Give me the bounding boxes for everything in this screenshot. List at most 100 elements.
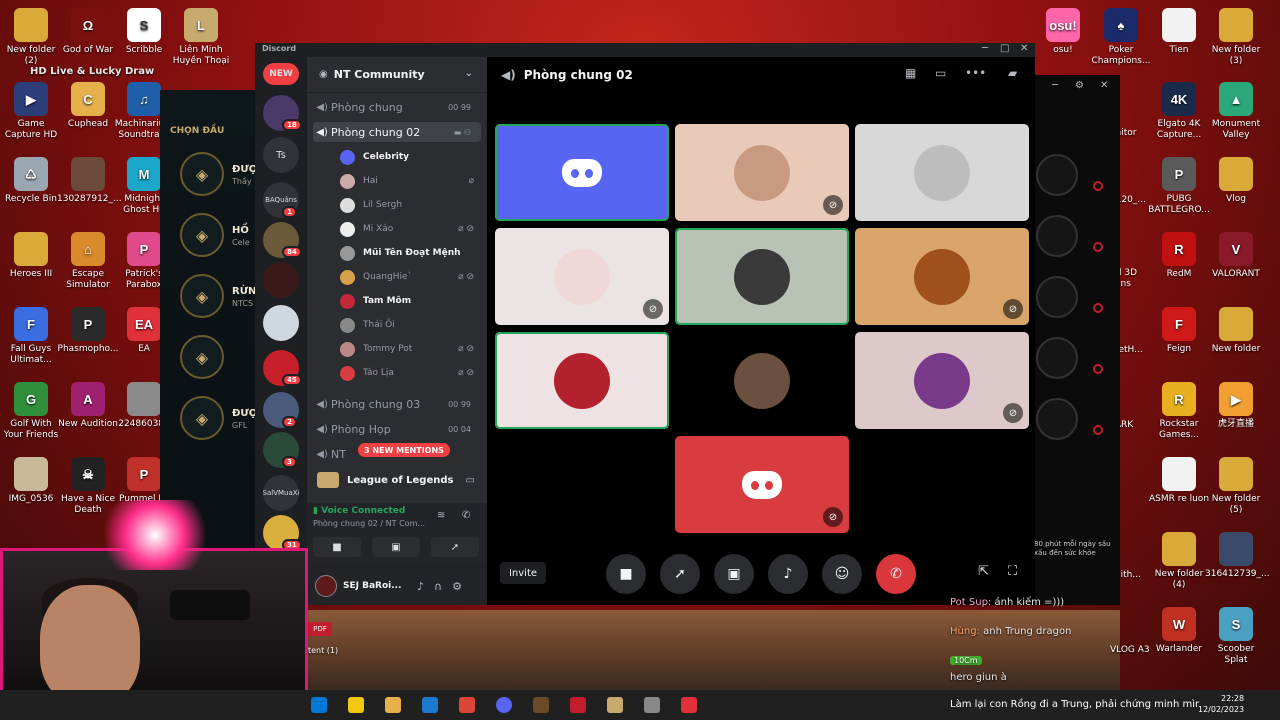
- lol-emblem-icon[interactable]: ◈: [180, 335, 224, 379]
- voice-member[interactable]: Lil Sergh: [340, 195, 480, 215]
- ban-icon[interactable]: [1093, 364, 1103, 374]
- voice-member[interactable]: Táo Lịa ⌀ ⊘: [340, 363, 480, 383]
- user-name[interactable]: SEJ BaRoi...: [343, 581, 411, 591]
- activity-button[interactable]: ➚: [431, 537, 479, 557]
- desktop-icon[interactable]: F Fall Guys Ultimat...: [0, 307, 62, 366]
- voice-channel[interactable]: ◀) Phòng chung 00 99: [313, 97, 481, 117]
- right-window-minimize-icon[interactable]: ─: [1052, 80, 1058, 91]
- emoji-control[interactable]: ☺: [822, 554, 862, 594]
- desktop-icon[interactable]: R RedM: [1148, 232, 1210, 280]
- headset-icon[interactable]: ∩: [434, 580, 452, 593]
- desktop-icon[interactable]: A New Audition: [57, 382, 119, 430]
- voice-member[interactable]: Celebrity: [340, 147, 480, 167]
- guild-icon[interactable]: [263, 305, 299, 341]
- voice-member[interactable]: Mi Xáo ⌀ ⊘: [340, 219, 480, 239]
- desktop-icon[interactable]: F Feign: [1148, 307, 1210, 355]
- voice-member[interactable]: Thái Ôi: [340, 315, 480, 335]
- desktop-icon[interactable]: Tien: [1148, 8, 1210, 56]
- guild-icon[interactable]: Ts: [263, 137, 299, 173]
- desktop-icon[interactable]: osu! osu!: [1032, 8, 1094, 56]
- desktop-icon[interactable]: ASMR re luon: [1148, 457, 1210, 505]
- pdf-file-label[interactable]: tent (1): [308, 646, 338, 655]
- desktop-icon[interactable]: New folder (5): [1205, 457, 1267, 516]
- ban-icon[interactable]: [1093, 242, 1103, 252]
- desktop-icon[interactable]: 4K Elgato 4K Capture...: [1148, 82, 1210, 141]
- desktop-icon[interactable]: G Golf With Your Friends: [0, 382, 62, 441]
- voice-channel[interactable]: ◀) Phòng chung 02 ▬ ⚇: [313, 122, 481, 142]
- video-button[interactable]: ■: [313, 537, 361, 557]
- voice-member[interactable]: Hai ⌀: [340, 171, 480, 191]
- desktop-icon[interactable]: V VALORANT: [1205, 232, 1267, 280]
- screen-button[interactable]: ▣: [372, 537, 420, 557]
- guild-icon[interactable]: NEW: [263, 63, 299, 85]
- participant-tile[interactable]: [675, 228, 849, 325]
- server-header[interactable]: ◉ NT Community ⌄: [307, 57, 487, 93]
- desktop-icon[interactable]: 130287912_...: [57, 157, 122, 205]
- participant-tile[interactable]: ⊘: [495, 228, 669, 325]
- category-league[interactable]: League of Legends ▭: [313, 470, 481, 490]
- right-window-close-icon[interactable]: ✕: [1100, 80, 1108, 91]
- folder-icon[interactable]: [348, 697, 364, 713]
- ban-icon[interactable]: [1093, 425, 1103, 435]
- leave-call-control[interactable]: ✆: [876, 554, 916, 594]
- desktop-icon[interactable]: C Cuphead: [57, 82, 119, 130]
- game-slot[interactable]: [1036, 154, 1078, 196]
- taskbar-clock[interactable]: 22:28 12/02/2023: [1198, 693, 1244, 715]
- right-window-gear-icon[interactable]: ⚙: [1075, 80, 1084, 91]
- ban-icon[interactable]: [1093, 303, 1103, 313]
- screen-share-icon[interactable]: ▭: [466, 475, 475, 486]
- desktop-icon[interactable]: Heroes III: [0, 232, 62, 280]
- chat-icon[interactable]: ▰: [1008, 66, 1017, 80]
- disconnect-icon[interactable]: ✆: [462, 510, 470, 521]
- chevron-down-icon[interactable]: ⌄: [465, 68, 473, 79]
- mute-control[interactable]: ♪: [768, 554, 808, 594]
- user-avatar[interactable]: [315, 575, 337, 597]
- league-icon[interactable]: [607, 697, 623, 713]
- voice-member[interactable]: Mũi Tên Đoạt Mệnh: [340, 243, 480, 263]
- app-icon[interactable]: [570, 697, 586, 713]
- desktop-icon[interactable]: New folder: [1205, 307, 1267, 355]
- lol-emblem-icon[interactable]: ◈: [180, 213, 224, 257]
- start-icon[interactable]: [311, 697, 327, 713]
- desktop-icon[interactable]: P PUBG BATTLEGRO...: [1148, 157, 1210, 216]
- explorer-icon[interactable]: [385, 697, 401, 713]
- participant-tile[interactable]: [495, 332, 669, 429]
- voice-member[interactable]: Tommy Pot ⌀ ⊘: [340, 339, 480, 359]
- fullscreen-icon[interactable]: ⛶: [1008, 564, 1017, 579]
- participant-tile[interactable]: [675, 332, 849, 429]
- desktop-icon[interactable]: New folder (3): [1205, 8, 1267, 67]
- lol-emblem-icon[interactable]: ◈: [180, 274, 224, 318]
- chrome-icon[interactable]: [459, 697, 475, 713]
- game-icon[interactable]: [533, 697, 549, 713]
- camera-control[interactable]: ■: [606, 554, 646, 594]
- game-slot[interactable]: [1036, 276, 1078, 318]
- participant-tile[interactable]: ⊘: [855, 332, 1029, 429]
- discord-maximize-icon[interactable]: □: [1000, 43, 1009, 54]
- desktop-icon[interactable]: Ω God of War: [57, 8, 119, 56]
- desktop-icon[interactable]: ▲ Monument Valley: [1205, 82, 1267, 141]
- desktop-icon[interactable]: Vlog: [1205, 157, 1267, 205]
- desktop-icon[interactable]: L Liên Minh Huyền Thoại: [170, 8, 232, 67]
- participant-tile[interactable]: [495, 124, 669, 221]
- desktop-icon[interactable]: ♺ Recycle Bin: [0, 157, 62, 205]
- game-slot[interactable]: [1036, 398, 1078, 440]
- desktop-icon[interactable]: IMG_0536: [0, 457, 62, 505]
- desktop-icon[interactable]: 316412739_...: [1205, 532, 1270, 580]
- voice-channel[interactable]: ◀) Phòng Họp 00 04: [313, 419, 481, 439]
- discord-minimize-icon[interactable]: ─: [982, 43, 988, 54]
- invite-button[interactable]: Invite: [500, 562, 546, 584]
- ban-icon[interactable]: [1093, 181, 1103, 191]
- game-slot[interactable]: [1036, 337, 1078, 379]
- lol-emblem-icon[interactable]: ◈: [180, 152, 224, 196]
- voice-member[interactable]: Tam Môm: [340, 291, 480, 311]
- desktop-icon[interactable]: ▶ Game Capture HD: [0, 82, 62, 141]
- desktop-icon[interactable]: New folder (4): [1148, 532, 1210, 591]
- discord-titlebar[interactable]: [255, 43, 1035, 57]
- voice-channel[interactable]: ◀) Phòng chung 03 00 99: [313, 394, 481, 414]
- popout-window-icon[interactable]: ⇱: [978, 564, 989, 579]
- participant-tile[interactable]: ⊘: [675, 436, 849, 533]
- mic-icon[interactable]: ♪: [417, 580, 434, 593]
- app-icon[interactable]: [681, 697, 697, 713]
- new-mentions-pill[interactable]: 3 NEW MENTIONS: [358, 443, 450, 457]
- game-slot[interactable]: [1036, 215, 1078, 257]
